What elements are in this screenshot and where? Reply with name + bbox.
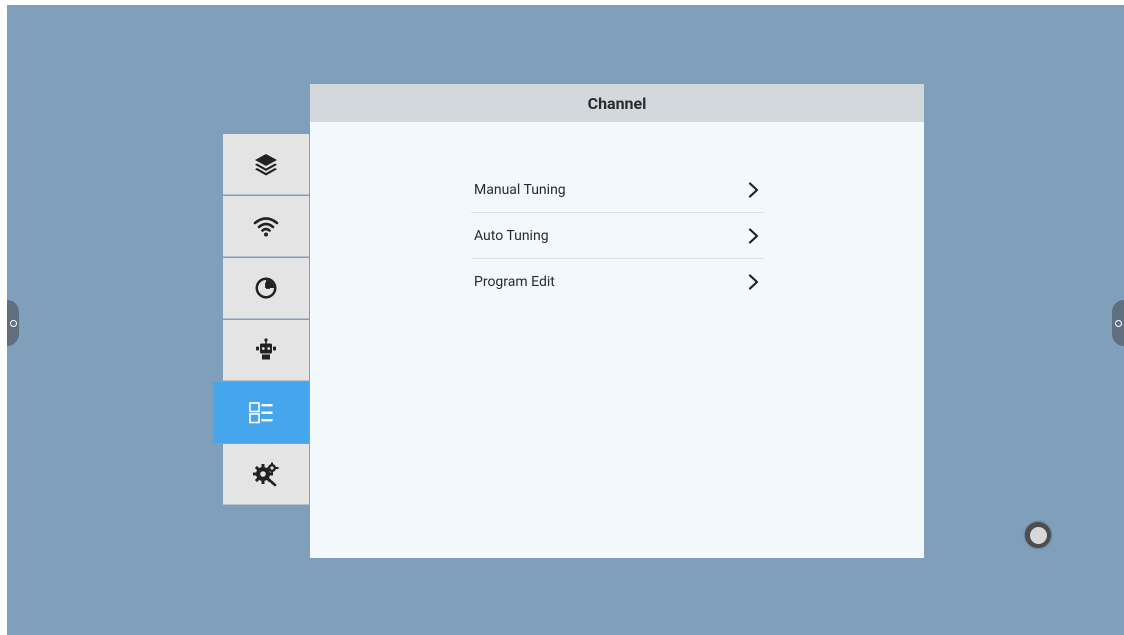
tab-network[interactable] [223,196,309,257]
wifi-icon [253,217,279,237]
panel-header: Channel [310,84,924,122]
tab-input-source[interactable] [223,134,309,195]
floating-button-inner [1029,526,1047,544]
layers-icon [255,154,277,176]
tab-assistant[interactable] [223,320,309,381]
chevron-right-icon [748,181,759,198]
handle-dot-icon [9,319,17,327]
menu-item-program-edit[interactable]: Program Edit [471,259,764,305]
robot-icon [256,338,276,360]
menu-item-label: Manual Tuning [474,181,566,198]
right-edge-handle[interactable] [1112,300,1124,346]
channel-panel: Channel Manual Tuning Auto Tuning Progra… [310,84,924,558]
menu-item-label: Auto Tuning [474,227,549,244]
tab-time[interactable] [223,258,309,319]
chevron-right-icon [748,227,759,244]
floating-menu-button[interactable] [1025,522,1051,548]
settings-sidebar [213,134,309,506]
menu-item-manual-tuning[interactable]: Manual Tuning [471,167,764,213]
page-title: Channel [587,93,647,113]
menu-item-label: Program Edit [474,274,555,290]
tab-settings[interactable] [223,444,309,505]
handle-dot-icon [1114,319,1122,327]
settings-gears-icon [253,462,279,487]
clock-icon [255,277,277,299]
chevron-right-icon [748,274,759,290]
channel-list-icon [249,401,273,423]
left-edge-handle[interactable] [7,300,19,346]
menu-item-auto-tuning[interactable]: Auto Tuning [471,213,764,259]
channel-menu: Manual Tuning Auto Tuning Program Edit [471,167,764,305]
tab-channel[interactable] [213,382,309,443]
desktop-background: Channel Manual Tuning Auto Tuning Progra… [7,5,1124,635]
